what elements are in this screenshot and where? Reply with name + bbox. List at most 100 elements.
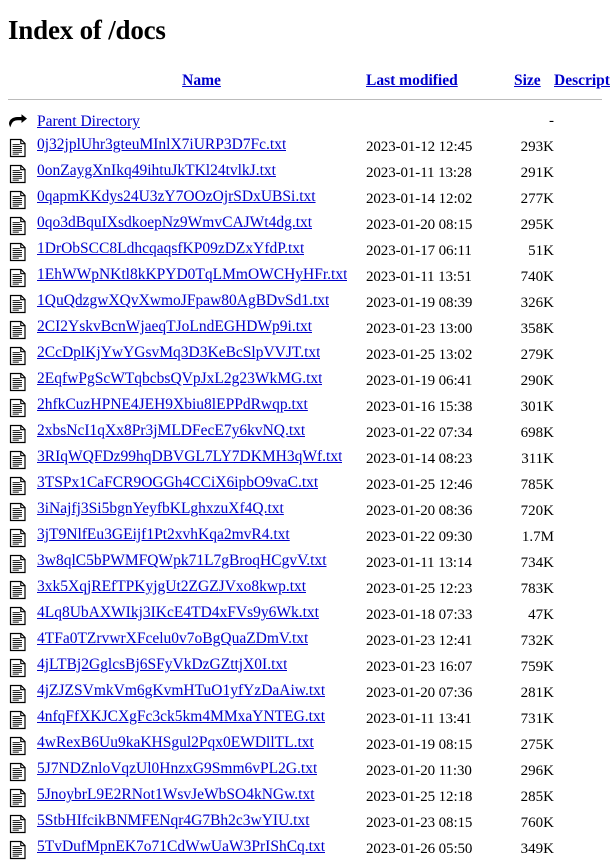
file-name-cell: 4nfqFfXKJCXgFc3ck5km4MMxaYNTEG.txt: [37, 707, 366, 733]
file-link[interactable]: 2hfkCuzHPNE4JEH9Xbiu8lEPPdRwqp.txt: [37, 396, 308, 414]
table-row[interactable]: 5StbHIfcikBNMFENqr4G7Bh2c3wYIU.txt 2023-0…: [8, 811, 602, 837]
file-description-cell: [554, 707, 602, 733]
table-row[interactable]: 4nfqFfXKJCXgFc3ck5km4MMxaYNTEG.txt 2023-0…: [8, 707, 602, 733]
file-name-cell: 1DrObSCC8LdhcqaqsfKP09zDZxYfdP.txt: [37, 239, 366, 265]
file-last-modified-cell: 2023-01-11 13:41: [366, 711, 472, 728]
file-last-modified-cell: 2023-01-23 13:00: [366, 321, 473, 338]
sort-by-size-link[interactable]: Size: [514, 72, 541, 89]
row-icon-cell: [8, 343, 37, 369]
table-row[interactable]: 3xk5XqjREfTPKyjgUt2ZGZJVxo8kwp.txt 2023-0…: [8, 577, 602, 603]
file-description-cell: [554, 525, 602, 551]
file-size-cell: 740K: [520, 269, 554, 286]
file-link[interactable]: 5JnoybrL9E2RNot1WsvJeWbSO4kNGw.txt: [37, 786, 315, 804]
horizontal-rule: [8, 98, 602, 100]
file-link[interactable]: 4jLTBj2GglcsBj6SFyVkDzGZttjX0I.txt: [37, 656, 287, 674]
file-last-modified-cell: 2023-01-25 13:02: [366, 347, 473, 364]
table-row[interactable]: 2xbsNcI1qXx8Pr3jMLDFecE7y6kvNQ.txt 2023-0…: [8, 421, 602, 447]
file-last-modified-cell: 2023-01-23 08:15: [366, 815, 473, 832]
table-row[interactable]: 1DrObSCC8LdhcqaqsfKP09zDZxYfdP.txt 2023-0…: [8, 239, 602, 265]
file-link[interactable]: 4Lq8UbAXWIkj3IKcE4TD4xFVs9y6Wk.txt: [37, 604, 319, 622]
file-size-cell: 759K: [520, 659, 554, 676]
file-link[interactable]: 4wRexB6Uu9kaKHSgul2Pqx0EWDllTL.txt: [37, 734, 314, 752]
table-row[interactable]: 4Lq8UbAXWIkj3IKcE4TD4xFVs9y6Wk.txt 2023-0…: [8, 603, 602, 629]
file-link[interactable]: 3iNajfj3Si5bgnYeyfbKLghxzuXf4Q.txt: [37, 500, 284, 518]
text-file-icon: [8, 475, 28, 497]
file-link[interactable]: 5StbHIfcikBNMFENqr4G7Bh2c3wYIU.txt: [37, 812, 310, 830]
file-size-cell: 734K: [520, 555, 554, 572]
text-file-icon: [8, 631, 28, 653]
file-link[interactable]: 4jZJZSVmkVm6gKvmHTuO1yfYzDaAiw.txt: [37, 682, 325, 700]
header-row: Name Last modified Size Description: [8, 66, 610, 96]
table-row[interactable]: 2CcDplKjYwYGsvMq3D3KeBcSlpVVJT.txt 2023-0…: [8, 343, 602, 369]
file-description-cell: [554, 187, 602, 213]
file-link[interactable]: 2EqfwPgScWTqbcbsQVpJxL2g23WkMG.txt: [37, 370, 322, 388]
text-file-icon: [8, 397, 28, 419]
file-last-modified-cell: 2023-01-25 12:18: [366, 789, 473, 806]
table-row[interactable]: 3TSPx1CaFCR9OGGh4CCiX6ipbO9vaC.txt 2023-0…: [8, 473, 602, 499]
table-row[interactable]: 3jT9NlfEu3GEijf1Pt2xvhKqa2mvR4.txt 2023-0…: [8, 525, 602, 551]
file-name-cell: 4jLTBj2GglcsBj6SFyVkDzGZttjX0I.txt: [37, 655, 366, 681]
text-file-icon: [8, 839, 28, 861]
table-row[interactable]: 0qo3dBquIXsdkoepNz9WmvCAJWt4dg.txt 2023-0…: [8, 213, 602, 239]
file-link[interactable]: 2xbsNcI1qXx8Pr3jMLDFecE7y6kvNQ.txt: [37, 422, 305, 440]
file-link[interactable]: 0qapmKKdys24U3zY7OOzOjrSDxUBSi.txt: [37, 188, 316, 206]
table-row[interactable]: 5JnoybrL9E2RNot1WsvJeWbSO4kNGw.txt 2023-0…: [8, 785, 602, 811]
table-row[interactable]: 1EhWWpNKtl8kKPYD0TqLMmOWCHyHFr.txt 2023-0…: [8, 265, 602, 291]
table-row[interactable]: 3w8qlC5bPWMFQWpk71L7gBroqHCgvV.txt 2023-0…: [8, 551, 602, 577]
sort-by-description-link[interactable]: Description: [554, 72, 610, 89]
table-row[interactable]: 1QuQdzgwXQvXwmoJFpaw80AgBDvSd1.txt 2023-0…: [8, 291, 602, 317]
file-link[interactable]: 4TFa0TZrvwrXFcelu0v7oBgQuaZDmV.txt: [37, 630, 308, 648]
file-link[interactable]: 2CI2YskvBcnWjaeqTJoLndEGHDWp9i.txt: [37, 318, 312, 336]
file-name-cell: 0j32jplUhr3gteuMInlX7iURP3D7Fc.txt: [37, 135, 366, 161]
file-link[interactable]: 3xk5XqjREfTPKyjgUt2ZGZJVxo8kwp.txt: [37, 578, 306, 596]
table-row[interactable]: 2EqfwPgScWTqbcbsQVpJxL2g23WkMG.txt 2023-0…: [8, 369, 602, 395]
file-link[interactable]: 4nfqFfXKJCXgFc3ck5km4MMxaYNTEG.txt: [37, 708, 325, 726]
table-row[interactable]: 4jLTBj2GglcsBj6SFyVkDzGZttjX0I.txt 2023-0…: [8, 655, 602, 681]
table-row[interactable]: 5J7NDZnloVqzUl0HnzxG9Smm6vPL2G.txt 2023-0…: [8, 759, 602, 785]
table-row[interactable]: 0onZaygXnIkq49ihtuJkTKl24tvlkJ.txt 2023-0…: [8, 161, 602, 187]
file-link[interactable]: 0qo3dBquIXsdkoepNz9WmvCAJWt4dg.txt: [37, 214, 312, 232]
text-file-icon: [8, 137, 28, 159]
sort-by-name-link[interactable]: Name: [182, 72, 221, 89]
file-last-modified-cell: 2023-01-12 12:45: [366, 139, 473, 156]
table-body: Parent Directory - 0j32jplUhr3gteuMInlX7iU…: [8, 109, 602, 863]
file-link[interactable]: 3w8qlC5bPWMFQWpk71L7gBroqHCgvV.txt: [37, 552, 327, 570]
file-last-modified-cell: 2023-01-25 12:46: [366, 477, 473, 494]
row-icon-cell: [8, 239, 37, 265]
table-row[interactable]: 4TFa0TZrvwrXFcelu0v7oBgQuaZDmV.txt 2023-0…: [8, 629, 602, 655]
file-link[interactable]: 1QuQdzgwXQvXwmoJFpaw80AgBDvSd1.txt: [37, 292, 329, 310]
file-link[interactable]: 1EhWWpNKtl8kKPYD0TqLMmOWCHyHFr.txt: [37, 266, 347, 284]
text-file-icon: [8, 319, 28, 341]
parent-directory-link[interactable]: Parent Directory: [37, 113, 140, 130]
file-link[interactable]: 5J7NDZnloVqzUl0HnzxG9Smm6vPL2G.txt: [37, 760, 317, 778]
file-name-cell: 2xbsNcI1qXx8Pr3jMLDFecE7y6kvNQ.txt: [37, 421, 366, 447]
table-row[interactable]: 2hfkCuzHPNE4JEH9Xbiu8lEPPdRwqp.txt 2023-0…: [8, 395, 602, 421]
file-size-cell: 295K: [520, 217, 554, 234]
page-title: Index of /docs: [8, 15, 166, 45]
table-row[interactable]: 5TvDufMpnEK7o71CdWwUaW3PrIShCq.txt 2023-0…: [8, 837, 602, 863]
table-row[interactable]: 0qapmKKdys24U3zY7OOzOjrSDxUBSi.txt 2023-0…: [8, 187, 602, 213]
table-row[interactable]: 4wRexB6Uu9kaKHSgul2Pqx0EWDllTL.txt 2023-0…: [8, 733, 602, 759]
file-link[interactable]: 2CcDplKjYwYGsvMq3D3KeBcSlpVVJT.txt: [37, 344, 320, 362]
file-link[interactable]: 0onZaygXnIkq49ihtuJkTKl24tvlkJ.txt: [37, 162, 276, 180]
file-link[interactable]: 3jT9NlfEu3GEijf1Pt2xvhKqa2mvR4.txt: [37, 526, 290, 544]
file-name-cell: 4jZJZSVmkVm6gKvmHTuO1yfYzDaAiw.txt: [37, 681, 366, 707]
file-link[interactable]: 3TSPx1CaFCR9OGGh4CCiX6ipbO9vaC.txt: [37, 474, 318, 492]
table-row[interactable]: 4jZJZSVmkVm6gKvmHTuO1yfYzDaAiw.txt 2023-0…: [8, 681, 602, 707]
file-name-cell: 3jT9NlfEu3GEijf1Pt2xvhKqa2mvR4.txt: [37, 525, 366, 551]
file-link[interactable]: 0j32jplUhr3gteuMInlX7iURP3D7Fc.txt: [37, 136, 286, 154]
file-description-cell: [554, 499, 602, 525]
file-size-cell: 296K: [520, 763, 554, 780]
file-link[interactable]: 3RIqWQFDz99hqDBVGL7LY7DKMH3qWf.txt: [37, 448, 342, 466]
table-row[interactable]: 3RIqWQFDz99hqDBVGL7LY7DKMH3qWf.txt 2023-0…: [8, 447, 602, 473]
table-row[interactable]: 2CI2YskvBcnWjaeqTJoLndEGHDWp9i.txt 2023-0…: [8, 317, 602, 343]
parent-directory-icon: [8, 111, 28, 133]
file-size-cell: 731K: [520, 711, 554, 728]
row-icon-cell: [8, 317, 37, 343]
file-link[interactable]: 5TvDufMpnEK7o71CdWwUaW3PrIShCq.txt: [37, 838, 325, 856]
file-link[interactable]: 1DrObSCC8LdhcqaqsfKP09zDZxYfdP.txt: [37, 240, 304, 258]
parent-directory-row[interactable]: Parent Directory -: [8, 109, 602, 135]
table-row[interactable]: 0j32jplUhr3gteuMInlX7iURP3D7Fc.txt 2023-0…: [8, 135, 602, 161]
sort-by-last-modified-link[interactable]: Last modified: [366, 72, 458, 89]
table-row[interactable]: 3iNajfj3Si5bgnYeyfbKLghxzuXf4Q.txt 2023-0…: [8, 499, 602, 525]
